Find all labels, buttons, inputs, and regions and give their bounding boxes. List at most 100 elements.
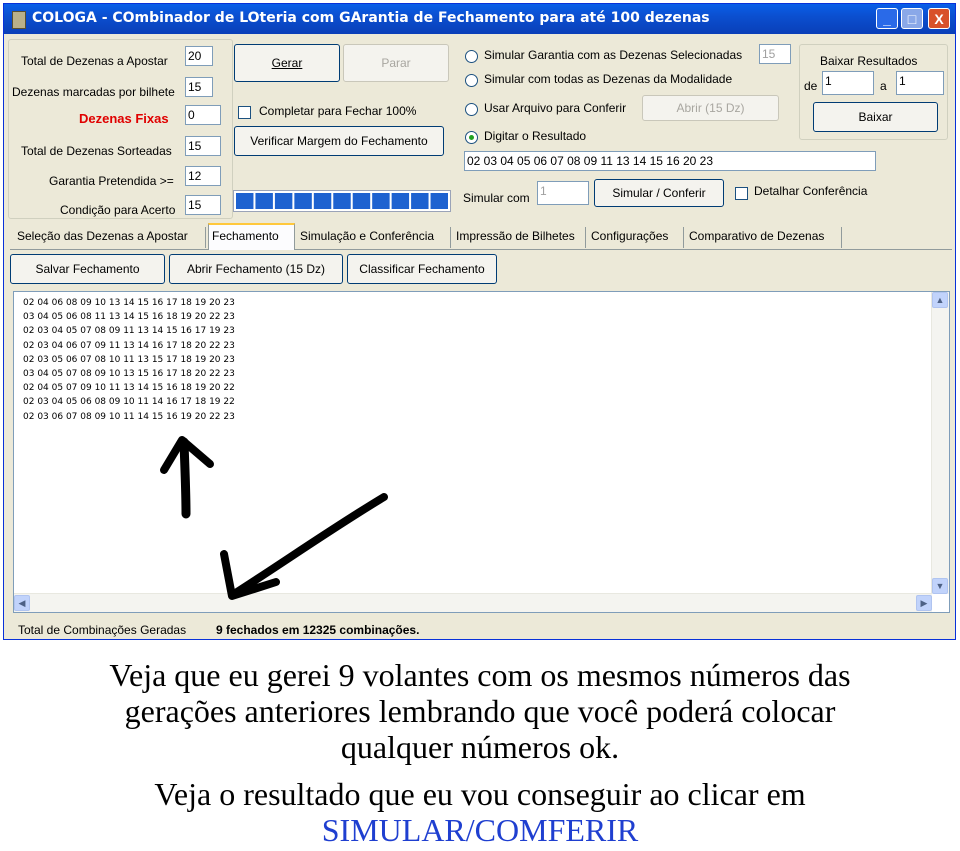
combination-line: 02 03 04 05 06 08 09 10 11 14 16 17 18 1… xyxy=(23,397,235,408)
radio-simular-todas[interactable] xyxy=(465,74,478,87)
minimize-icon: _ xyxy=(883,11,891,27)
combination-line: 02 04 05 07 09 10 11 13 14 15 16 18 19 2… xyxy=(23,383,235,394)
app-icon xyxy=(12,11,26,29)
diagonal-arrow-head xyxy=(220,550,280,600)
app-window: COLOGA - COmbinador de LOteria com GAran… xyxy=(3,3,956,640)
baixar-a-label: a xyxy=(880,79,887,93)
progress-segment xyxy=(411,193,429,209)
vertical-scrollbar[interactable]: ▲ ▼ xyxy=(931,292,949,594)
digitar-resultado-label: Digitar o Resultado xyxy=(484,129,587,143)
progress-bar xyxy=(233,190,451,212)
detalhar-checkbox[interactable] xyxy=(735,187,748,200)
title-bar: COLOGA - COmbinador de LOteria com GAran… xyxy=(4,4,955,34)
status-bar: Total de Combinações Geradas 9 fechados … xyxy=(10,619,952,639)
tab-fechamento[interactable]: Fechamento xyxy=(208,223,295,250)
caption-line-4: Veja o resultado que eu vou conseguir ao… xyxy=(154,776,806,812)
radio-digitar-resultado[interactable] xyxy=(465,131,478,144)
status-value: 9 fechados em 12325 combinações. xyxy=(216,623,420,637)
minimize-button[interactable]: _ xyxy=(876,8,898,29)
classificar-fechamento-button[interactable]: Classificar Fechamento xyxy=(347,254,497,284)
window-title: COLOGA - COmbinador de LOteria com GAran… xyxy=(32,10,710,26)
progress-segment xyxy=(313,193,332,209)
garantia-input[interactable]: 12 xyxy=(185,166,221,186)
status-label: Total de Combinações Geradas xyxy=(18,623,187,637)
usar-arquivo-label: Usar Arquivo para Conferir xyxy=(484,101,627,115)
total-dezenas-label: Total de Dezenas a Apostar xyxy=(21,54,168,68)
caption-line-2: gerações anteriores lembrando que você p… xyxy=(124,693,836,729)
horizontal-scrollbar[interactable]: ◀ ▶ xyxy=(14,593,932,612)
tab-configuracoes[interactable]: Configurações xyxy=(588,227,684,248)
condicao-input[interactable]: 15 xyxy=(185,195,221,215)
progress-segment xyxy=(352,193,371,209)
completar-label: Completar para Fechar 100% xyxy=(259,104,417,118)
scroll-right-icon[interactable]: ▶ xyxy=(916,595,932,611)
combination-line: 02 04 06 08 09 10 13 14 15 16 17 18 19 2… xyxy=(23,298,235,308)
total-sorteadas-label: Total de Dezenas Sorteadas xyxy=(21,144,172,158)
verificar-button[interactable]: Verificar Margem do Fechamento xyxy=(234,126,444,156)
progress-fill xyxy=(236,193,448,209)
total-dezenas-input[interactable]: 20 xyxy=(185,46,213,66)
scroll-down-icon[interactable]: ▼ xyxy=(932,578,948,594)
baixar-button[interactable]: Baixar xyxy=(813,102,938,132)
baixar-title: Baixar Resultados xyxy=(820,54,918,68)
dezenas-fixas-label: Dezenas Fixas xyxy=(79,111,169,126)
tab-impressao[interactable]: Impressão de Bilhetes xyxy=(453,227,586,248)
condicao-label: Condição para Acerto xyxy=(60,203,176,217)
tab-comparativo[interactable]: Comparativo de Dezenas xyxy=(686,227,842,248)
up-arrow-head xyxy=(160,436,214,474)
abrir-arquivo-button[interactable]: Abrir (15 Dz) xyxy=(642,95,779,121)
salvar-fechamento-button[interactable]: Salvar Fechamento xyxy=(10,254,165,284)
tab-bar: Seleção das Dezenas a Apostar Fechamento… xyxy=(10,223,952,250)
dezenas-fixas-input[interactable]: 0 xyxy=(185,105,221,125)
caption-line-5: SIMULAR/COMFERIR xyxy=(321,812,639,848)
diagonal-arrow-shaft xyxy=(230,493,388,598)
detalhar-label: Detalhar Conferência xyxy=(754,184,868,198)
progress-segment xyxy=(391,193,410,209)
simular-garantia-input[interactable]: 15 xyxy=(759,44,791,64)
progress-segment xyxy=(372,193,390,209)
combination-line: 03 04 05 06 08 11 13 14 15 16 18 19 20 2… xyxy=(23,312,235,323)
progress-segment xyxy=(333,193,351,209)
baixar-de-label: de xyxy=(804,79,818,93)
baixar-de-input[interactable]: 1 xyxy=(822,71,874,95)
close-icon: X xyxy=(934,11,944,27)
simular-conferir-button[interactable]: Simular / Conferir xyxy=(594,179,724,207)
simular-todas-label: Simular com todas as Dezenas da Modalida… xyxy=(484,72,733,86)
scroll-up-icon[interactable]: ▲ xyxy=(932,292,948,308)
simular-com-input[interactable]: 1 xyxy=(537,181,589,205)
maximize-button[interactable]: □ xyxy=(901,8,923,29)
combination-line: 02 03 04 06 07 09 11 13 14 16 17 18 20 2… xyxy=(23,340,235,351)
combination-line: 02 03 04 05 07 08 09 11 13 14 15 16 17 1… xyxy=(23,326,235,337)
completar-checkbox[interactable] xyxy=(238,106,251,119)
maximize-icon: □ xyxy=(907,11,917,27)
progress-segment xyxy=(430,193,448,209)
garantia-label: Garantia Pretendida >= xyxy=(49,174,174,188)
dezenas-bilhete-label: Dezenas marcadas por bilhete xyxy=(12,85,175,99)
tab-simulacao[interactable]: Simulação e Conferência xyxy=(297,227,451,248)
tab-selecao[interactable]: Seleção das Dezenas a Apostar xyxy=(14,227,206,248)
combination-line: 02 03 05 06 07 08 10 11 13 15 17 18 19 2… xyxy=(23,354,235,365)
caption-line-1: Veja que eu gerei 9 volantes com os mesm… xyxy=(109,657,851,693)
progress-segment xyxy=(255,193,273,209)
radio-usar-arquivo[interactable] xyxy=(465,103,478,116)
radio-simular-garantia[interactable] xyxy=(465,50,478,63)
simular-com-label: Simular com xyxy=(463,191,530,205)
close-button[interactable]: X xyxy=(928,8,950,29)
combinations-list: 02 04 06 08 09 10 13 14 15 16 17 18 19 2… xyxy=(23,296,235,424)
dezenas-bilhete-input[interactable]: 15 xyxy=(185,77,213,97)
caption-line-3: qualquer números ok. xyxy=(340,729,620,765)
progress-segment xyxy=(294,193,312,209)
abrir-fechamento-button[interactable]: Abrir Fechamento (15 Dz) xyxy=(169,254,343,284)
gerar-button[interactable]: Gerar xyxy=(234,44,340,82)
combination-line: 02 03 06 07 08 09 10 11 14 15 16 19 20 2… xyxy=(23,411,235,422)
scroll-left-icon[interactable]: ◀ xyxy=(14,595,30,611)
combination-line: 03 04 05 07 08 09 10 13 15 16 17 18 20 2… xyxy=(23,369,235,380)
baixar-a-input[interactable]: 1 xyxy=(896,71,944,95)
resultado-input[interactable]: 02 03 04 05 06 07 08 09 11 13 14 15 16 2… xyxy=(464,151,876,171)
progress-segment xyxy=(236,193,254,209)
progress-segment xyxy=(274,193,293,209)
total-sorteadas-input[interactable]: 15 xyxy=(185,136,221,156)
parar-button[interactable]: Parar xyxy=(343,44,449,82)
combinations-memo[interactable]: 02 04 06 08 09 10 13 14 15 16 17 18 19 2… xyxy=(13,291,950,613)
simular-garantia-label: Simular Garantia com as Dezenas Selecion… xyxy=(484,48,743,62)
